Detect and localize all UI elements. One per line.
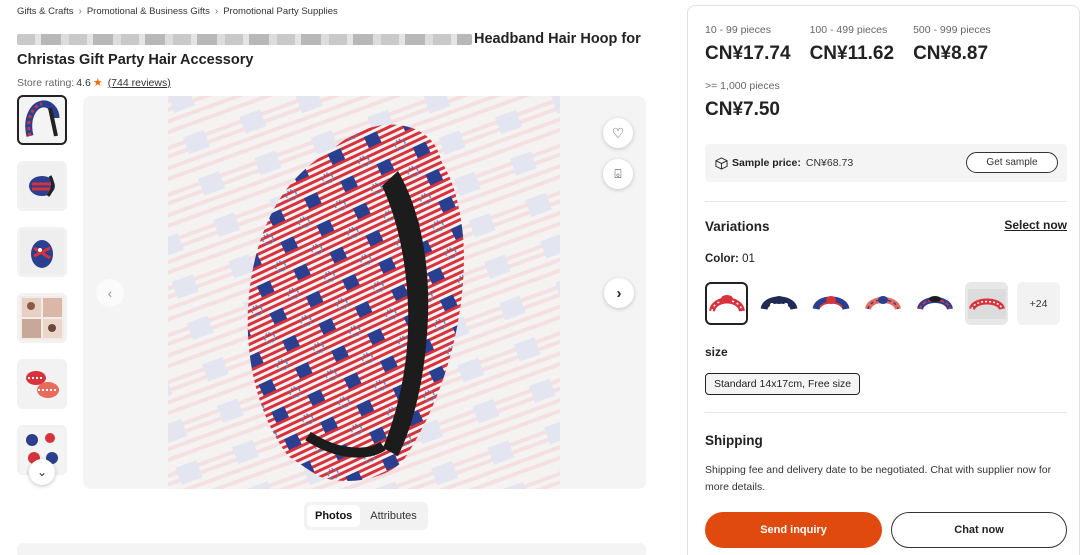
- purchase-panel: 10 - 99 pieces CN¥17.74 100 - 499 pieces…: [687, 5, 1080, 555]
- price-tier: 10 - 99 pieces CN¥17.74: [705, 24, 791, 65]
- thumbnail[interactable]: [17, 359, 67, 409]
- size-option[interactable]: Standard 14x17cm, Free size: [705, 373, 861, 395]
- tier-range: >= 1,000 pieces: [705, 80, 780, 92]
- price-tier: 100 - 499 pieces CN¥11.62: [810, 24, 895, 65]
- heart-icon[interactable]: ♡: [603, 118, 633, 148]
- price-tier: 500 - 999 pieces CN¥8.87: [913, 24, 991, 65]
- sample-price-row: Sample price: CN¥68.73 Get sample: [705, 144, 1067, 182]
- shipping-text: Shipping fee and delivery date to be neg…: [705, 464, 1052, 493]
- gallery-tabs: Photos Attributes: [304, 502, 428, 530]
- tier-range: 10 - 99 pieces: [705, 24, 771, 36]
- rating-label: Store rating:: [17, 76, 75, 89]
- tab-attributes[interactable]: Attributes: [362, 505, 424, 527]
- price-tiers: 10 - 99 pieces CN¥17.74 100 - 499 pieces…: [705, 24, 991, 65]
- get-sample-button[interactable]: Get sample: [966, 152, 1058, 173]
- color-swatch[interactable]: [913, 282, 956, 325]
- tab-photos[interactable]: Photos: [307, 505, 361, 527]
- store-rating: Store rating: 4.6 ★ (744 reviews): [17, 76, 171, 90]
- tier-price: CN¥11.62: [809, 43, 895, 64]
- breadcrumb-item[interactable]: Gifts & Crafts: [17, 6, 73, 17]
- color-swatch[interactable]: [861, 282, 904, 325]
- thumbnail[interactable]: [17, 161, 67, 211]
- breadcrumb: Gifts & Crafts › Promotional & Business …: [17, 6, 338, 17]
- shipping-title: Shipping: [705, 433, 763, 448]
- reviews-link[interactable]: (744 reviews): [108, 77, 171, 89]
- headband-photo: [168, 96, 560, 489]
- chevron-right-icon: ›: [78, 6, 82, 17]
- box-icon: [715, 156, 728, 170]
- sample-value: CN¥68.73: [805, 157, 854, 169]
- star-icon: ★: [92, 77, 103, 89]
- size-title: size: [705, 345, 728, 359]
- color-value: 01: [742, 253, 755, 265]
- chevron-left-icon[interactable]: ‹: [96, 279, 124, 307]
- sample-label: Sample price:: [732, 157, 801, 169]
- chevron-right-icon[interactable]: ›: [604, 278, 634, 308]
- color-swatch[interactable]: [705, 282, 748, 325]
- thumbnail[interactable]: [17, 95, 67, 145]
- divider: [705, 201, 1067, 202]
- color-label: Color: 01: [705, 253, 755, 265]
- color-swatch[interactable]: [757, 282, 800, 325]
- scan-icon[interactable]: ⌻: [603, 159, 633, 189]
- color-swatches: +24: [705, 282, 1060, 325]
- color-swatch[interactable]: [965, 282, 1008, 325]
- thumbnail[interactable]: [17, 293, 67, 343]
- color-label-text: Color:: [705, 253, 739, 265]
- chat-now-button[interactable]: Chat now: [891, 512, 1067, 548]
- divider: [705, 412, 1067, 413]
- price-tier: >= 1,000 pieces CN¥7.50: [705, 80, 780, 121]
- variations-title: Variations: [705, 219, 770, 234]
- tier-price: CN¥17.74: [705, 43, 791, 64]
- thumbnail[interactable]: [17, 227, 67, 277]
- select-now-link[interactable]: Select now: [1004, 218, 1067, 232]
- tier-range: 100 - 499 pieces: [809, 24, 888, 36]
- thumbnail-list: [17, 95, 69, 491]
- more-colors-button[interactable]: +24: [1017, 282, 1060, 325]
- tier-price: CN¥8.87: [913, 43, 989, 64]
- breadcrumb-item[interactable]: Promotional Party Supplies: [223, 6, 338, 17]
- redacted-text: [17, 33, 472, 45]
- product-title: Headband Hair Hoop for Christas Gift Par…: [17, 29, 657, 71]
- tier-range: 500 - 999 pieces: [913, 24, 991, 36]
- tier-price: CN¥7.50: [705, 99, 780, 120]
- chevron-down-icon[interactable]: ⌄: [29, 459, 55, 485]
- color-swatch[interactable]: [809, 282, 852, 325]
- content-strip: [17, 543, 646, 555]
- send-inquiry-button[interactable]: Send inquiry: [705, 512, 882, 548]
- rating-value: 4.6: [76, 76, 91, 89]
- breadcrumb-item[interactable]: Promotional & Business Gifts: [87, 6, 210, 17]
- chevron-right-icon: ›: [214, 6, 219, 17]
- main-product-image[interactable]: ♡ ⌻: [83, 96, 646, 489]
